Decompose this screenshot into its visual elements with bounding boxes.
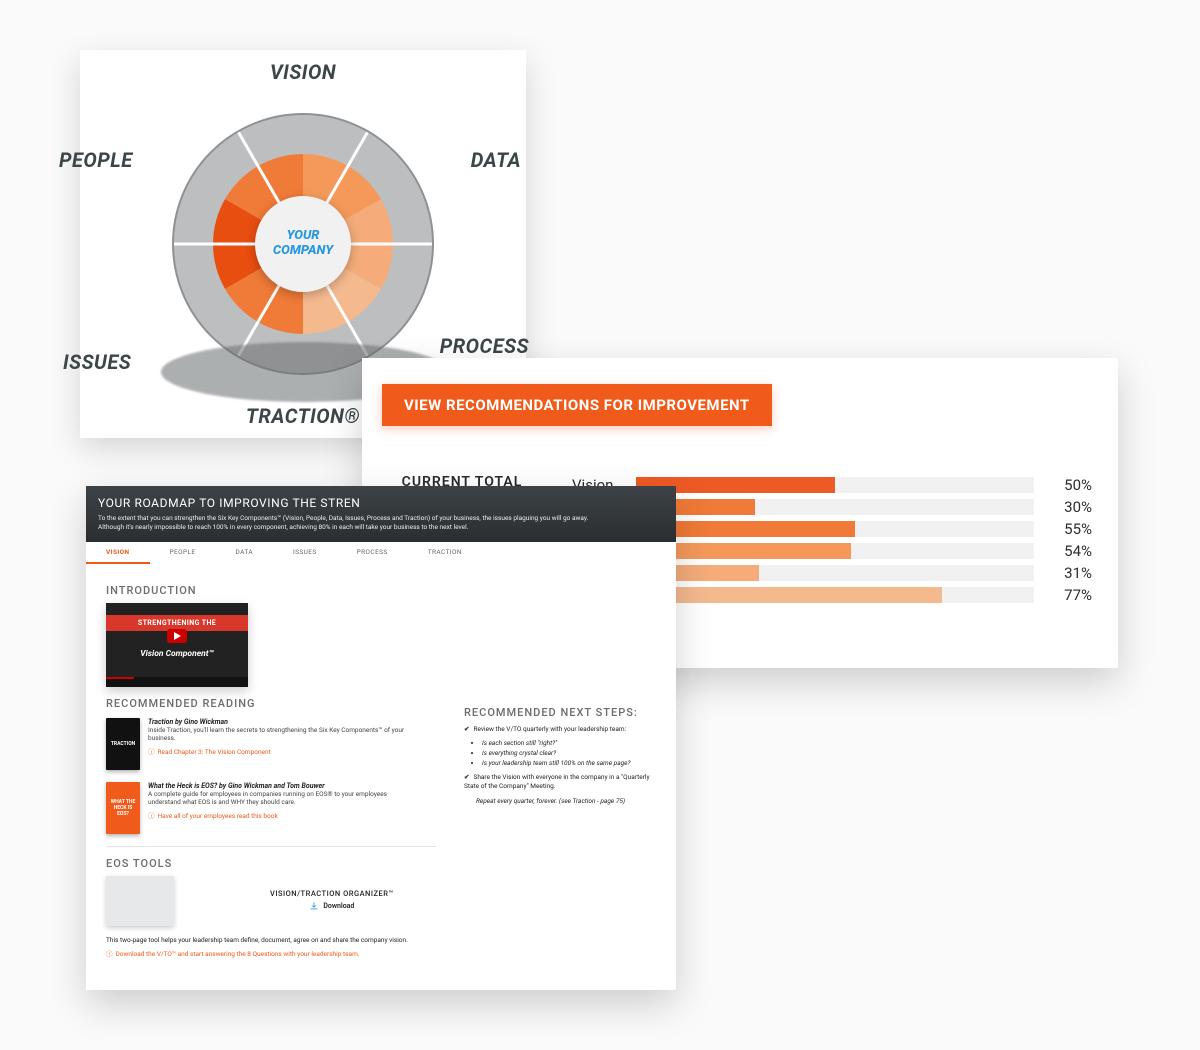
roadmap-card: YOUR ROADMAP TO IMPROVING THE STREN To t… bbox=[86, 486, 676, 990]
wheel-label-process: PROCESS bbox=[440, 334, 529, 358]
tab-traction[interactable]: TRACTION bbox=[408, 542, 482, 564]
question-item: Is everything crystal clear? bbox=[482, 749, 656, 757]
bar-value: 50% bbox=[1042, 476, 1092, 494]
next-steps-heading: RECOMMENDED NEXT STEPS: bbox=[464, 706, 656, 719]
bar-fill bbox=[636, 587, 942, 603]
download-icon bbox=[309, 901, 319, 911]
tab-people[interactable]: PEOPLE bbox=[150, 542, 216, 564]
introduction-heading: INTRODUCTION bbox=[106, 584, 436, 597]
book-title: What the Heck is EOS? by Gino Wickman an… bbox=[148, 782, 408, 790]
tab-data[interactable]: DATA bbox=[216, 542, 274, 564]
video-banner: STRENGTHENING THE bbox=[106, 615, 248, 631]
book-description: A complete guide for employees in compan… bbox=[148, 790, 408, 807]
roadmap-title: YOUR ROADMAP TO IMPROVING THE STREN bbox=[98, 496, 664, 510]
book-cover-icon: WHAT THE HECK IS EOS? bbox=[106, 782, 140, 834]
roadmap-subtitle: To the extent that you can strengthen th… bbox=[98, 514, 608, 532]
bar-value: 77% bbox=[1042, 586, 1092, 604]
play-icon bbox=[167, 629, 187, 643]
wheel-label-data: DATA bbox=[471, 148, 521, 172]
bar-value: 31% bbox=[1042, 564, 1092, 582]
book-description: Inside Traction, you'll learn the secret… bbox=[148, 726, 408, 743]
book-hint-link[interactable]: Have all of your employees read this boo… bbox=[148, 810, 408, 820]
tab-issues[interactable]: ISSUES bbox=[273, 542, 337, 564]
bar-track bbox=[636, 477, 1034, 493]
video-caption: Vision Component™ bbox=[106, 649, 248, 659]
eos-wheel: YOURCOMPANY VISION PEOPLE DATA PROCESS T… bbox=[163, 104, 443, 384]
tab-vision[interactable]: VISION bbox=[86, 542, 150, 564]
roadmap-tabs: VISIONPEOPLEDATAISSUESPROCESSTRACTION bbox=[86, 542, 676, 564]
repeat-note: Repeat every quarter, forever. (see Trac… bbox=[476, 797, 656, 805]
intro-video[interactable]: STRENGTHENING THE Vision Component™ bbox=[106, 603, 248, 687]
tool-name: VISION/TRACTION ORGANIZER™ bbox=[270, 889, 394, 898]
bar-track bbox=[636, 543, 1034, 559]
tool-thumbnail-icon bbox=[106, 876, 174, 926]
divider bbox=[106, 846, 436, 847]
question-item: Is your leadership team still 100% on th… bbox=[482, 759, 656, 767]
tool-hint-link[interactable]: Download the V/TO™ and start answering t… bbox=[106, 948, 436, 958]
question-item: Is each section still "right?" bbox=[482, 739, 656, 747]
bar-value: 54% bbox=[1042, 542, 1092, 560]
tab-process[interactable]: PROCESS bbox=[337, 542, 408, 564]
book-hint-link[interactable]: Read Chapter 3: The Vision Component bbox=[148, 746, 408, 756]
roadmap-hero: YOUR ROADMAP TO IMPROVING THE STREN To t… bbox=[86, 486, 676, 542]
wheel-label-traction: TRACTION® bbox=[246, 404, 360, 428]
book-item: WHAT THE HECK IS EOS? What the Heck is E… bbox=[106, 782, 436, 834]
tool-item: VISION/TRACTION ORGANIZER™ Download bbox=[106, 876, 436, 926]
book-cover-icon: TRACTION bbox=[106, 718, 140, 770]
book-title: Traction by Gino Wickman bbox=[148, 718, 408, 726]
video-progressbar bbox=[106, 677, 248, 687]
tool-description: This two-page tool helps your leadership… bbox=[106, 936, 436, 944]
reading-heading: RECOMMENDED READING bbox=[106, 697, 436, 710]
tools-heading: EOS TOOLS bbox=[106, 857, 436, 870]
bar-track bbox=[636, 499, 1034, 515]
question-list: Is each section still "right?" Is everyth… bbox=[482, 739, 656, 767]
book-item: TRACTION Traction by Gino Wickman Inside… bbox=[106, 718, 436, 770]
check-icon: ✔ bbox=[464, 773, 469, 782]
next-step: ✔Share the Vision with everyone in the c… bbox=[464, 773, 656, 791]
wheel-label-issues: ISSUES bbox=[63, 350, 131, 374]
bar-track bbox=[636, 587, 1034, 603]
wheel-label-vision: VISION bbox=[270, 60, 336, 84]
bar-track bbox=[636, 565, 1034, 581]
bar-track bbox=[636, 521, 1034, 537]
bar-value: 55% bbox=[1042, 520, 1092, 538]
view-recommendations-button[interactable]: VIEW RECOMMENDATIONS FOR IMPROVEMENT bbox=[382, 384, 772, 426]
wheel-label-people: PEOPLE bbox=[59, 148, 133, 172]
download-link[interactable]: Download bbox=[309, 901, 354, 911]
check-icon: ✔ bbox=[464, 725, 469, 734]
wheel-center: YOURCOMPANY bbox=[255, 196, 351, 292]
next-step: ✔Review the V/TO quarterly with your lea… bbox=[464, 725, 656, 734]
bar-value: 30% bbox=[1042, 498, 1092, 516]
